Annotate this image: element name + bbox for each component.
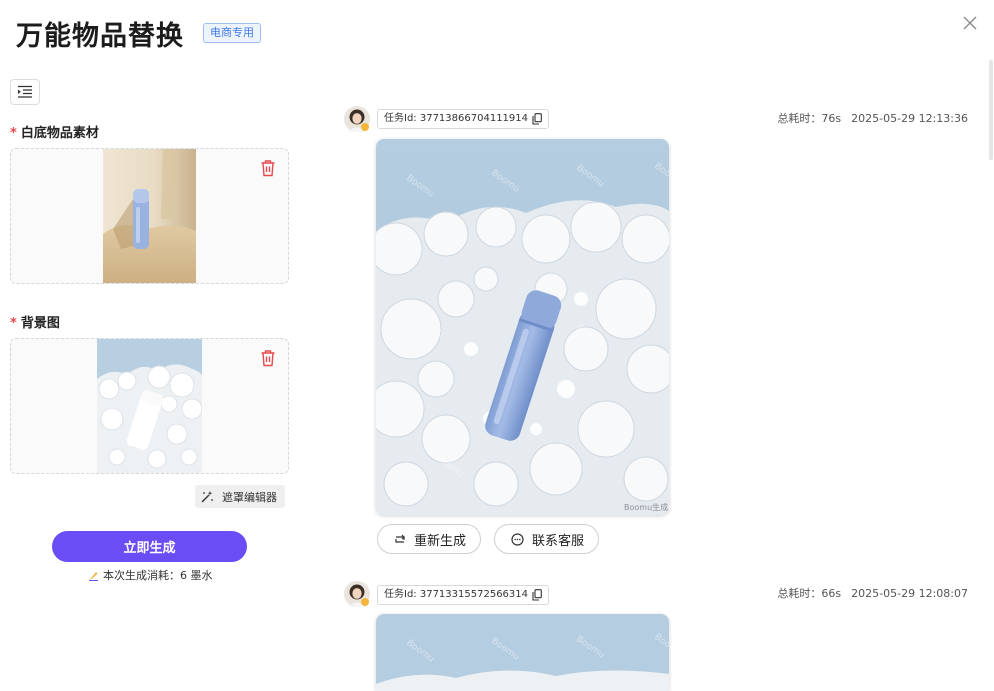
mask-wand-icon [201, 491, 213, 503]
generate-button[interactable]: 立即生成 [52, 531, 247, 562]
task-timestamp: 2025-05-29 12:13:36 [851, 112, 968, 125]
task-elapsed: 总耗时：66s [777, 587, 842, 600]
task-id-tag[interactable]: 任务Id: 37713866704111914 [377, 109, 550, 129]
result-watermark: Boomu生成 [624, 502, 668, 512]
background-section-label: * 背景图 [10, 312, 60, 331]
object-section-label: * 白底物品素材 [10, 122, 99, 141]
sidebar-toggle-icon [18, 85, 32, 98]
contact-support-label: 联系客服 [532, 533, 585, 549]
scrollbar-thumb[interactable] [989, 60, 993, 160]
object-section-text: 白底物品素材 [20, 126, 99, 141]
task-timestamp: 2025-05-29 12:08:07 [851, 587, 968, 600]
user-avatar [344, 581, 370, 607]
mask-editor-label: 遮罩编辑器 [222, 490, 277, 504]
task-meta: 总耗时：66s 2025-05-29 12:08:07 [767, 585, 968, 601]
contact-support-button[interactable]: 联系客服 [494, 524, 600, 554]
object-thumbnail [103, 149, 196, 283]
copy-icon[interactable] [532, 589, 542, 601]
user-avatar [344, 106, 370, 132]
mask-editor-button[interactable]: 遮罩编辑器 [195, 485, 285, 508]
regenerate-button[interactable]: 重新生成 [377, 524, 482, 554]
background-section-text: 背景图 [20, 316, 60, 331]
background-thumbnail [97, 339, 202, 473]
ink-icon [89, 571, 98, 581]
loop-icon [395, 534, 405, 543]
cost-text: 本次生成消耗：6 墨水 [103, 569, 213, 582]
copy-icon[interactable] [532, 113, 542, 125]
delete-icon[interactable] [260, 349, 276, 367]
chat-icon [511, 532, 524, 546]
app-window: 万能物品替换 电商专用 * 白底物品素材 * 背景图 遮罩编辑器 立即生成 本次… [0, 0, 994, 691]
close-icon[interactable] [961, 14, 979, 32]
cost-info: 本次生成消耗：6 墨水 [88, 567, 213, 583]
ecommerce-badge: 电商专用 [203, 23, 261, 43]
task-meta: 总耗时：76s 2025-05-29 12:13:36 [767, 110, 968, 126]
sidebar-toggle-button[interactable] [10, 79, 40, 105]
result-image[interactable]: Boomu Boomu Boomu Boomu Boomu Boomu Boom… [376, 139, 669, 515]
required-mark: * [10, 316, 17, 331]
task-id-tag[interactable]: 任务Id: 37713315572566314 [377, 585, 550, 605]
regenerate-label: 重新生成 [414, 533, 467, 549]
result-image[interactable]: Boomu Boomu Boomu Boomu [376, 614, 669, 691]
object-upload-area[interactable] [10, 148, 289, 284]
delete-icon[interactable] [260, 159, 276, 177]
task-id-text: 任务Id: 37713866704111914 [384, 113, 529, 124]
task-elapsed: 总耗时：76s [777, 112, 842, 125]
task-id-text: 任务Id: 37713315572566314 [384, 589, 529, 600]
page-title: 万能物品替换 [16, 21, 184, 52]
background-upload-area[interactable] [10, 338, 289, 474]
required-mark: * [10, 126, 17, 141]
